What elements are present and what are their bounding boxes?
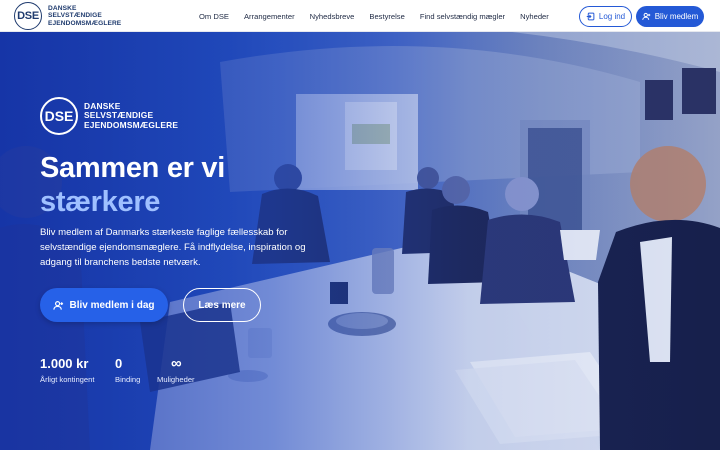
stat-fee-value: 1.000 kr — [40, 356, 89, 371]
hero-section: DSE DANSKE SELVSTÆNDIGE EJENDOMSMÆGLERE … — [0, 32, 720, 450]
nav-link-nyheder[interactable]: Nyheder — [520, 12, 549, 21]
login-icon — [586, 12, 595, 21]
nav-link-arrangementer[interactable]: Arrangementer — [244, 12, 295, 21]
stat-binding-label: Binding — [115, 375, 141, 384]
login-label: Log ind — [598, 12, 626, 21]
top-navigation: DSE DANSKE SELVSTÆNDIGE EJENDOMSMÆGLERE … — [0, 0, 720, 32]
nav-link-nyhedsbreve[interactable]: Nyhedsbreve — [310, 12, 355, 21]
nav-link-om-dse[interactable]: Om DSE — [199, 12, 229, 21]
nav-links: Om DSE Arrangementer Nyhedsbreve Bestyre… — [199, 0, 564, 32]
site-logo[interactable]: DSE DANSKE SELVSTÆNDIGE EJENDOMSMÆGLERE — [14, 2, 121, 30]
hero-logo: DSE DANSKE SELVSTÆNDIGE EJENDOMSMÆGLERE — [40, 97, 178, 135]
hero-title-line-1: Sammen er vi — [40, 152, 225, 184]
login-button[interactable]: Log ind — [579, 6, 632, 27]
stat-fee: 1.000 kr Årligt kontingent — [40, 356, 94, 384]
logo-line-1: DANSKE — [48, 4, 77, 12]
stat-possibilities-value: ∞ — [171, 355, 182, 372]
stat-possibilities-label: Muligheder — [157, 375, 195, 384]
stat-possibilities: ∞ Muligheder — [157, 356, 195, 384]
read-more-button[interactable]: Læs mere — [183, 288, 261, 322]
nav-link-bestyrelse[interactable]: Bestyrelse — [369, 12, 404, 21]
hero-logo-mark: DSE — [40, 97, 78, 135]
logo-line-3: EJENDOMSMÆGLERE — [48, 19, 122, 27]
logo-mark: DSE — [14, 2, 42, 30]
stat-binding-value: 0 — [115, 356, 123, 371]
become-member-cta-button[interactable]: Bliv medlem i dag — [40, 288, 168, 322]
stat-fee-label: Årligt kontingent — [40, 375, 95, 384]
stat-binding: 0 Binding — [115, 356, 140, 384]
hero-title-accent: stærkere — [40, 186, 161, 218]
hero-logo-wordmark: DANSKE SELVSTÆNDIGE EJENDOMSMÆGLERE — [84, 101, 179, 131]
user-plus-icon — [53, 300, 64, 311]
hero-lead-text: Bliv medlem af Danmarks stærkeste faglig… — [40, 227, 306, 268]
become-member-cta-label: Bliv medlem i dag — [69, 299, 155, 311]
hero-logo-line-3: EJENDOMSMÆGLERE — [84, 119, 179, 130]
nav-link-find-maegler[interactable]: Find selvstændig mægler — [420, 12, 505, 21]
become-member-nav-button[interactable]: Bliv medlem — [636, 6, 704, 27]
user-plus-icon — [641, 12, 651, 21]
hero-title: Sammen er vi stærkere — [40, 151, 225, 219]
logo-line-2: SELVSTÆNDIGE — [48, 12, 102, 20]
logo-wordmark: DANSKE SELVSTÆNDIGE EJENDOMSMÆGLERE — [48, 5, 121, 27]
become-member-label: Bliv medlem — [654, 12, 699, 21]
